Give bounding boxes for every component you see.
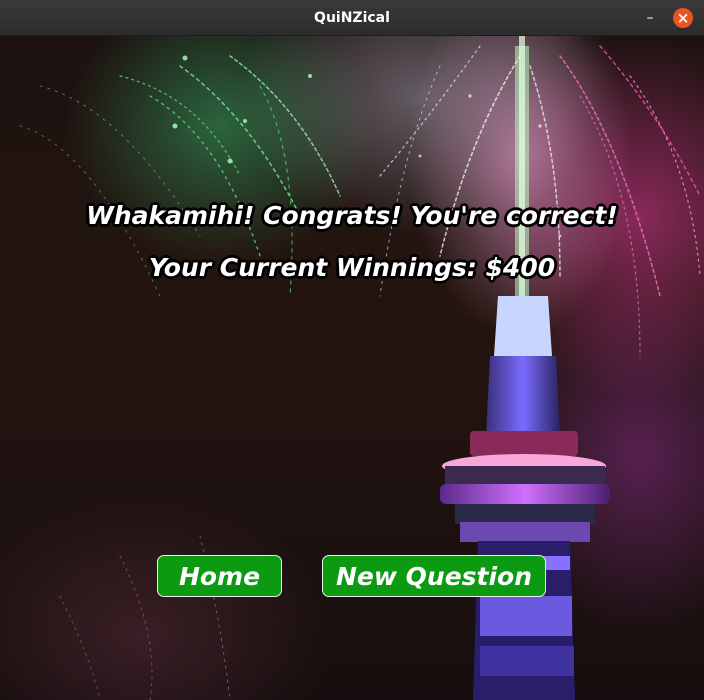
new-question-button[interactable]: New Question <box>322 555 546 597</box>
app-window: QuiNZical – × Whakamihi! Congrats! You'r… <box>0 0 704 700</box>
minimize-icon[interactable]: – <box>640 8 660 28</box>
home-button[interactable]: Home <box>157 555 282 597</box>
result-message: Whakamihi! Congrats! You're correct! <box>86 201 618 230</box>
close-icon[interactable]: × <box>673 8 693 28</box>
title-bar[interactable]: QuiNZical – × <box>0 0 704 36</box>
sky-tower-image <box>440 36 610 700</box>
window-title: QuiNZical <box>314 10 390 26</box>
result-screen: Whakamihi! Congrats! You're correct! You… <box>0 36 704 700</box>
current-winnings: Your Current Winnings: $400 <box>148 253 556 282</box>
